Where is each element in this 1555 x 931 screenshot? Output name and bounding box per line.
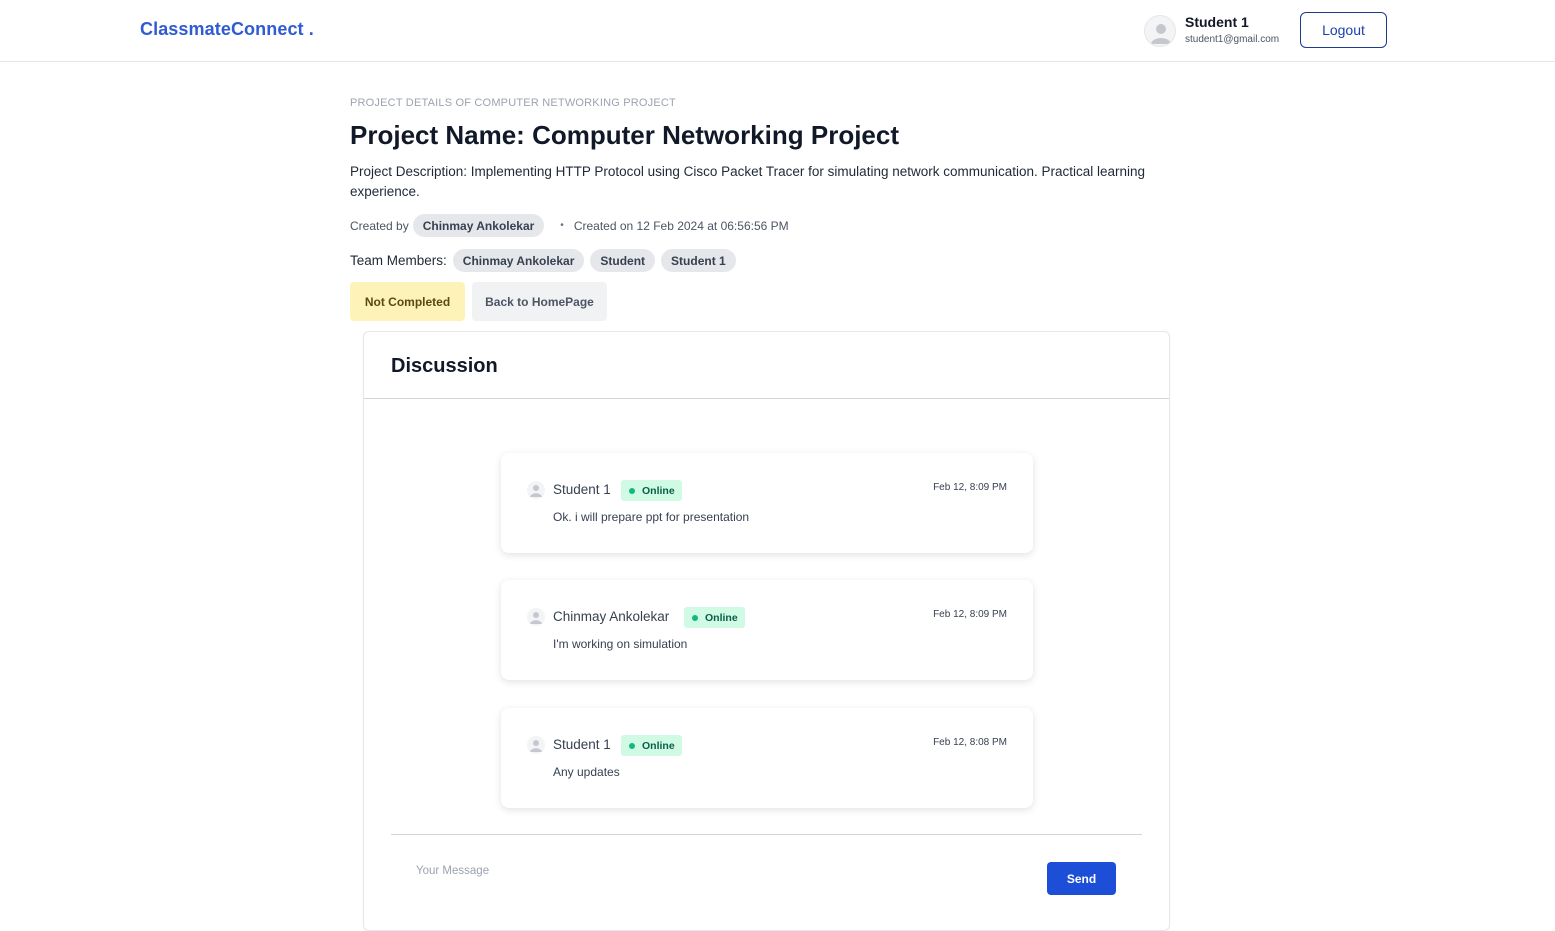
team-member-chip: Student [590,249,656,272]
message-author: Student 1 [553,737,611,752]
message-input[interactable] [416,860,1016,882]
team-member-chip: Student 1 [661,249,736,272]
project-description: Project Description: Implementing HTTP P… [350,164,1146,199]
online-status-badge: Online [621,735,682,756]
discussion-panel: Discussion Student 1 Online Feb 12, 8:09… [363,331,1170,931]
discussion-title: Discussion [391,355,498,377]
message-author: Student 1 [553,482,611,497]
separator-dot: • [560,220,564,231]
page-title: Project Name: Computer Networking Projec… [350,120,899,150]
creator-chip: Chinmay Ankolekar [412,214,545,237]
created-on-text: Created on 12 Feb 2024 at 06:56:56 PM [573,218,789,233]
user-email: student1@gmail.com [1185,34,1280,45]
project-meta: Created by Chinmay Ankolekar • Created o… [350,214,789,237]
status-not-completed-button[interactable]: Not Completed [350,282,465,321]
breadcrumb: PROJECT DETAILS OF COMPUTER NETWORKING P… [350,97,676,109]
team-members-label: Team Members: [350,253,447,268]
message-card: Student 1 Online Feb 12, 8:08 PM Any upd… [501,708,1033,808]
send-button[interactable]: Send [1047,862,1116,895]
message-text: Any updates [553,765,620,779]
message-card: Student 1 Online Feb 12, 8:09 PM Ok. i w… [501,453,1033,553]
logout-button[interactable]: Logout [1300,12,1387,48]
divider [391,834,1142,835]
user-avatar-icon [527,608,545,626]
message-card: Chinmay Ankolekar Online Feb 12, 8:09 PM… [501,580,1033,680]
message-author: Chinmay Ankolekar [553,609,670,624]
divider [364,398,1169,399]
user-avatar-icon [1144,15,1176,47]
top-navbar: ClassmateConnect . Student 1 student1@gm… [0,0,1555,62]
online-status-badge: Online [684,607,745,628]
user-avatar-icon [527,481,545,499]
message-text: I'm working on simulation [553,637,688,651]
back-to-homepage-button[interactable]: Back to HomePage [472,282,607,321]
message-time: Feb 12, 8:09 PM [933,609,1007,620]
message-text: Ok. i will prepare ppt for presentation [553,510,750,524]
online-status-badge: Online [621,480,682,501]
team-members: Team Members: Chinmay Ankolekar Student … [350,249,736,272]
user-avatar-icon [527,736,545,754]
team-member-chip: Chinmay Ankolekar [452,249,585,272]
message-time: Feb 12, 8:08 PM [933,737,1007,748]
created-by-label: Created by [350,218,409,233]
brand-logo[interactable]: ClassmateConnect . [140,19,314,40]
message-time: Feb 12, 8:09 PM [933,482,1007,493]
user-name: Student 1 [1185,14,1249,30]
